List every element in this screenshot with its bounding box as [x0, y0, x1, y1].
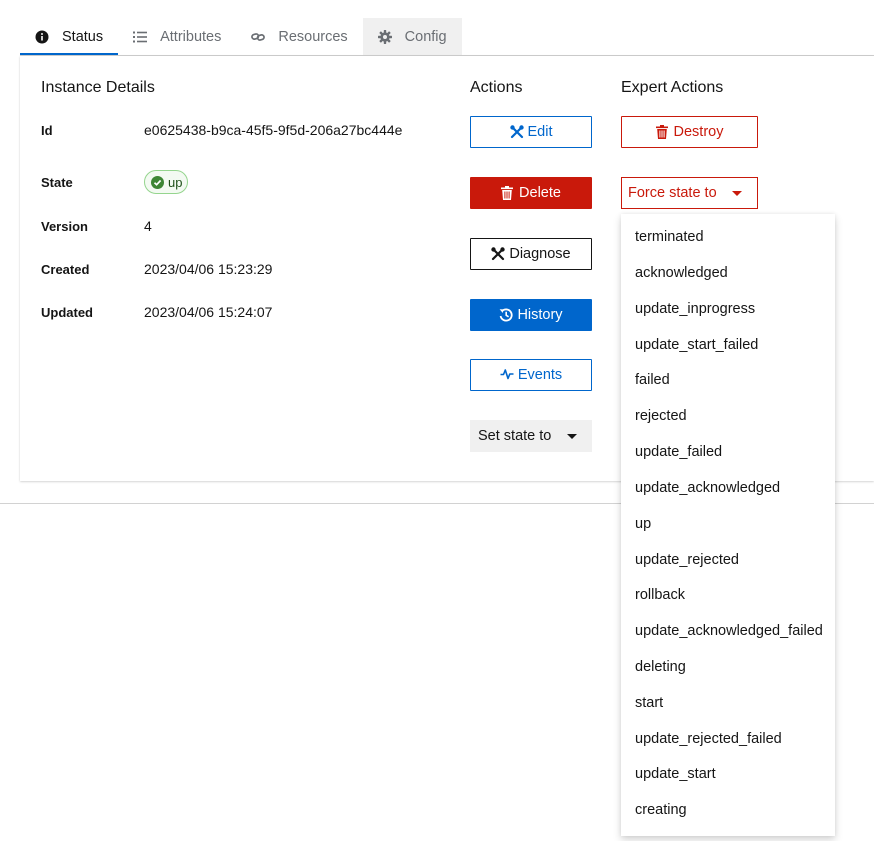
events-button-label: Events: [517, 367, 563, 383]
diagnose-button-label: Diagnose: [509, 246, 571, 262]
menu-item-rollback[interactable]: rollback: [635, 587, 685, 603]
updated-value: 2023/04/06 15:24:07: [144, 304, 273, 320]
state-label: State: [41, 175, 73, 190]
state-value: up: [168, 174, 183, 190]
delete-button-label: Delete: [519, 185, 561, 201]
tab-resources-label: Resources: [278, 28, 348, 45]
updated-label: Updated: [41, 305, 93, 320]
tab-attributes[interactable]: Attributes: [118, 18, 236, 55]
edit-button-label: Edit: [527, 124, 553, 140]
menu-item-update-inprogress[interactable]: update_inprogress: [635, 301, 755, 317]
edit-button[interactable]: Edit: [470, 116, 592, 148]
tab-bar: Status Attributes Resources Config: [20, 18, 462, 56]
tab-attributes-label: Attributes: [160, 28, 222, 45]
menu-item-up[interactable]: up: [635, 516, 651, 532]
tools-icon: [491, 247, 506, 261]
status-badge: up: [144, 170, 188, 194]
menu-item-start[interactable]: start: [635, 695, 663, 711]
history-button-label: History: [517, 307, 563, 323]
menu-item-update-rejected-failed[interactable]: update_rejected_failed: [635, 731, 782, 747]
menu-item-update-start[interactable]: update_start: [635, 766, 716, 782]
force-state-label: Force state to: [628, 185, 717, 201]
menu-item-failed[interactable]: failed: [635, 372, 670, 388]
trash-icon: [655, 125, 670, 139]
menu-item-terminated[interactable]: terminated: [635, 229, 704, 245]
link-icon: [251, 30, 266, 44]
diagnose-button[interactable]: Diagnose: [470, 238, 592, 270]
force-state-select[interactable]: Force state to: [621, 177, 758, 209]
delete-button[interactable]: Delete: [470, 177, 592, 209]
destroy-button-label: Destroy: [673, 124, 724, 140]
menu-item-deleting[interactable]: deleting: [635, 659, 686, 675]
created-value: 2023/04/06 15:23:29: [144, 261, 273, 277]
menu-item-update-acknowledged-failed[interactable]: update_acknowledged_failed: [635, 623, 823, 639]
menu-item-acknowledged[interactable]: acknowledged: [635, 265, 728, 281]
force-state-menu: terminated acknowledged update_inprogres…: [621, 214, 835, 836]
tab-status[interactable]: Status: [20, 18, 119, 56]
check-circle-icon: [151, 175, 164, 189]
id-value: e0625438-b9ca-45f5-9f5d-206a27bc444e: [144, 122, 403, 138]
id-label: Id: [41, 123, 53, 138]
menu-item-creating[interactable]: creating: [635, 802, 687, 818]
set-state-label: Set state to: [478, 428, 552, 444]
menu-item-update-failed[interactable]: update_failed: [635, 444, 722, 460]
menu-item-rejected[interactable]: rejected: [635, 408, 687, 424]
tab-resources[interactable]: Resources: [236, 18, 362, 55]
version-label: Version: [41, 219, 88, 234]
caret-down-icon: [732, 191, 742, 196]
tab-config-label: Config: [404, 28, 447, 45]
pulse-icon: [500, 368, 514, 382]
history-icon: [499, 308, 514, 322]
history-button[interactable]: History: [470, 299, 592, 331]
caret-down-icon: [567, 434, 577, 439]
actions-title: Actions: [470, 79, 523, 96]
tab-config[interactable]: Config: [362, 18, 462, 55]
trash-icon: [501, 186, 515, 200]
info-circle-icon: [35, 30, 49, 44]
list-icon: [133, 30, 148, 44]
set-state-select[interactable]: Set state to: [470, 420, 592, 452]
tab-status-label: Status: [62, 28, 104, 45]
tools-icon: [509, 125, 524, 139]
gear-icon: [377, 29, 392, 44]
menu-item-update-acknowledged[interactable]: update_acknowledged: [635, 480, 780, 496]
expert-actions-title: Expert Actions: [621, 79, 724, 96]
events-button[interactable]: Events: [470, 359, 592, 391]
created-label: Created: [41, 262, 90, 277]
menu-item-update-rejected[interactable]: update_rejected: [635, 552, 739, 568]
version-value: 4: [144, 218, 152, 234]
instance-details-title: Instance Details: [41, 79, 155, 96]
menu-item-update-start-failed[interactable]: update_start_failed: [635, 337, 758, 353]
destroy-button[interactable]: Destroy: [621, 116, 758, 148]
